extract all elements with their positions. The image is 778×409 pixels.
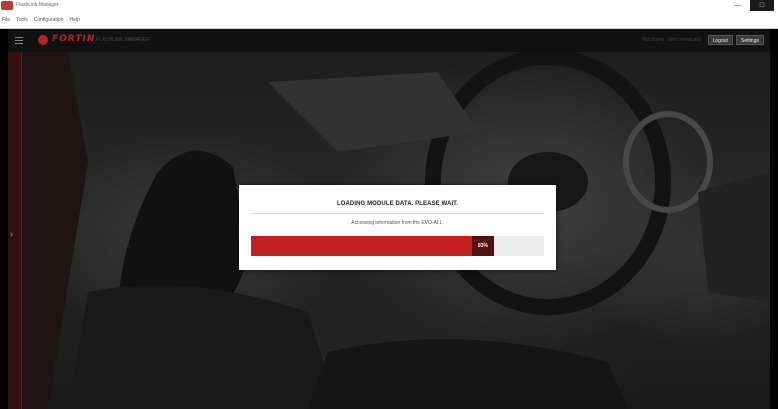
menu-bar: File Tools Configuration Help: [0, 11, 778, 29]
menu-help[interactable]: Help: [70, 17, 80, 23]
side-rail[interactable]: ›: [8, 52, 22, 409]
loading-dialog: LOADING MODULE DATA. PLEASE WAIT. Access…: [239, 185, 556, 270]
menu-file[interactable]: File: [2, 17, 10, 23]
menu-tools[interactable]: Tools: [16, 17, 28, 23]
progress-percent: 83%: [472, 236, 495, 256]
chevron-right-icon[interactable]: ›: [10, 229, 13, 239]
window-controls: — □: [726, 0, 774, 11]
window-titlebar: FlashLink Manager — □: [0, 0, 778, 11]
settings-button[interactable]: Settings: [735, 35, 764, 45]
window-title: FlashLink Manager: [16, 2, 59, 8]
connection-status: Not found · Not connected: [642, 37, 701, 43]
progress-fill: [251, 236, 494, 256]
app-header: FORTIN FLASHLINK MANAGER Not found · Not…: [8, 29, 770, 52]
minimize-button[interactable]: —: [726, 0, 750, 11]
brand-name: FORTIN: [52, 34, 96, 44]
header-tagline: FLASHLINK MANAGER: [96, 37, 150, 43]
maximize-button[interactable]: □: [750, 0, 774, 11]
header-actions: Not found · Not connected Logout Setting…: [642, 35, 764, 45]
hamburger-icon[interactable]: [8, 29, 30, 52]
app-icon: [1, 1, 13, 10]
dialog-message: Accessing information from the EVO-ALL.: [351, 220, 444, 226]
logout-button[interactable]: Logout: [707, 35, 733, 45]
dialog-title: LOADING MODULE DATA. PLEASE WAIT.: [336, 201, 459, 207]
fortin-logo-icon: [38, 35, 48, 45]
menu-configuration[interactable]: Configuration: [34, 17, 64, 23]
progress-bar: 83%: [251, 236, 544, 256]
dialog-divider: [251, 213, 544, 214]
